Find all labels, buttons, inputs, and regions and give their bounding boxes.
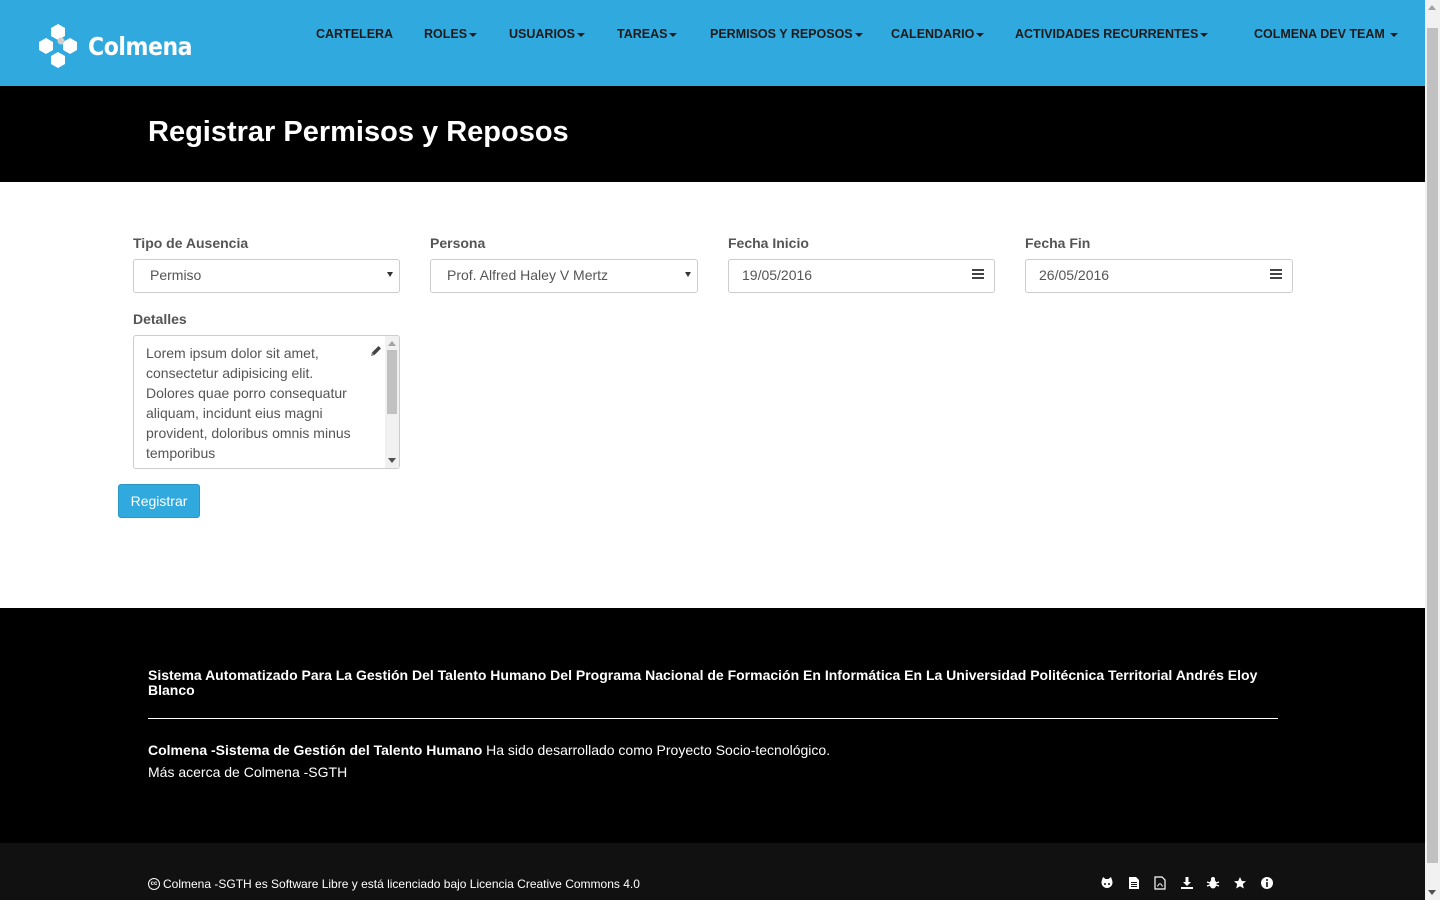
scroll-thumb[interactable]: [387, 350, 397, 414]
creative-commons-icon: cc: [148, 878, 160, 890]
star-icon[interactable]: [1233, 876, 1247, 890]
brand-logo[interactable]: Colmena: [34, 24, 206, 68]
scroll-down-icon[interactable]: [388, 458, 396, 463]
caret-down-icon: [1390, 32, 1399, 37]
calendar-menu-icon[interactable]: [972, 269, 984, 279]
persona-value: Prof. Alfred Haley V Mertz: [447, 267, 609, 283]
footer: Sistema Automatizado Para La Gestión Del…: [0, 608, 1425, 843]
footer-app-desc: Ha sido desarrollado como Proyecto Socio…: [482, 742, 831, 758]
license-label[interactable]: Colmena -SGTH es Software Libre y está l…: [163, 877, 640, 891]
caret-down-icon: [576, 32, 585, 37]
caret-down-icon: [854, 32, 863, 37]
brand-name: Colmena: [88, 31, 193, 61]
bug-icon[interactable]: [1206, 876, 1220, 890]
title-band: Registrar Permisos y Reposos: [0, 86, 1425, 182]
license-text: cc Colmena -SGTH es Software Libre y est…: [148, 877, 640, 891]
footer-divider: [148, 718, 1278, 719]
footer-heading: Sistema Automatizado Para La Gestión Del…: [148, 667, 1258, 698]
nav-usuarios[interactable]: USUARIOS: [509, 27, 585, 41]
scroll-up-icon[interactable]: [1428, 5, 1436, 10]
nav-calendario[interactable]: CALENDARIO: [891, 27, 985, 41]
calendar-menu-icon[interactable]: [1270, 269, 1282, 279]
select-arrow-icon: [685, 272, 691, 277]
scroll-down-icon[interactable]: [1428, 890, 1436, 895]
footer-about: Colmena -Sistema de Gestión del Talento …: [148, 742, 830, 758]
nav-tareas[interactable]: TAREAS: [617, 27, 678, 41]
footer-icon-row: [1100, 876, 1286, 890]
fecha-inicio-value: 19/05/2016: [742, 267, 813, 283]
page-scrollbar[interactable]: [1425, 0, 1440, 900]
registrar-button[interactable]: Registrar: [118, 484, 200, 518]
footer-more-link[interactable]: Más acerca de Colmena -SGTH: [148, 764, 347, 780]
textarea-scrollbar[interactable]: [385, 336, 399, 468]
pencil-icon: [371, 346, 381, 356]
footer-app-name: Colmena -Sistema de Gestión del Talento …: [148, 742, 483, 758]
tipo-ausencia-select[interactable]: Permiso: [133, 259, 400, 293]
caret-down-icon: [469, 32, 478, 37]
scroll-up-icon[interactable]: [388, 341, 396, 346]
nav-permisos-reposos[interactable]: PERMISOS Y REPOSOS: [710, 27, 863, 41]
fecha-inicio-label: Fecha Inicio: [728, 235, 809, 251]
detalles-label: Detalles: [133, 311, 187, 327]
nav-actividades-recurrentes[interactable]: ACTIVIDADES RECURRENTES: [1015, 27, 1209, 41]
fecha-fin-value: 26/05/2016: [1039, 267, 1110, 283]
fecha-fin-input[interactable]: 26/05/2016: [1025, 259, 1293, 293]
fecha-fin-label: Fecha Fin: [1025, 235, 1091, 251]
fecha-inicio-input[interactable]: 19/05/2016: [728, 259, 995, 293]
github-icon[interactable]: [1100, 876, 1114, 890]
pdf-icon[interactable]: [1153, 876, 1167, 890]
detalles-textarea[interactable]: Lorem ipsum dolor sit amet, consectetur …: [133, 335, 400, 469]
page-title: Registrar Permisos y Reposos: [148, 116, 569, 148]
persona-select[interactable]: Prof. Alfred Haley V Mertz: [430, 259, 698, 293]
nav-roles[interactable]: ROLES: [424, 27, 478, 41]
document-icon[interactable]: [1127, 876, 1141, 890]
persona-label: Persona: [430, 235, 486, 251]
top-navbar: Colmena CARTELERA ROLES USUARIOS TAREAS …: [0, 0, 1425, 86]
tipo-ausencia-value: Permiso: [150, 267, 202, 283]
select-arrow-icon: [387, 272, 393, 277]
info-icon[interactable]: [1260, 876, 1274, 890]
nav-cartelera[interactable]: CARTELERA: [316, 27, 393, 41]
tipo-ausencia-label: Tipo de Ausencia: [133, 235, 249, 251]
download-icon[interactable]: [1180, 876, 1194, 890]
caret-down-icon: [1200, 32, 1209, 37]
caret-down-icon: [976, 32, 985, 37]
hexagons-logo-icon: [39, 24, 77, 68]
scroll-thumb[interactable]: [1427, 28, 1438, 863]
caret-down-icon: [669, 32, 678, 37]
detalles-value: Lorem ipsum dolor sit amet, consectetur …: [146, 345, 351, 461]
bottom-bar: cc Colmena -SGTH es Software Libre y est…: [0, 843, 1425, 900]
nav-user-menu[interactable]: COLMENA DEV TEAM: [1254, 27, 1399, 41]
